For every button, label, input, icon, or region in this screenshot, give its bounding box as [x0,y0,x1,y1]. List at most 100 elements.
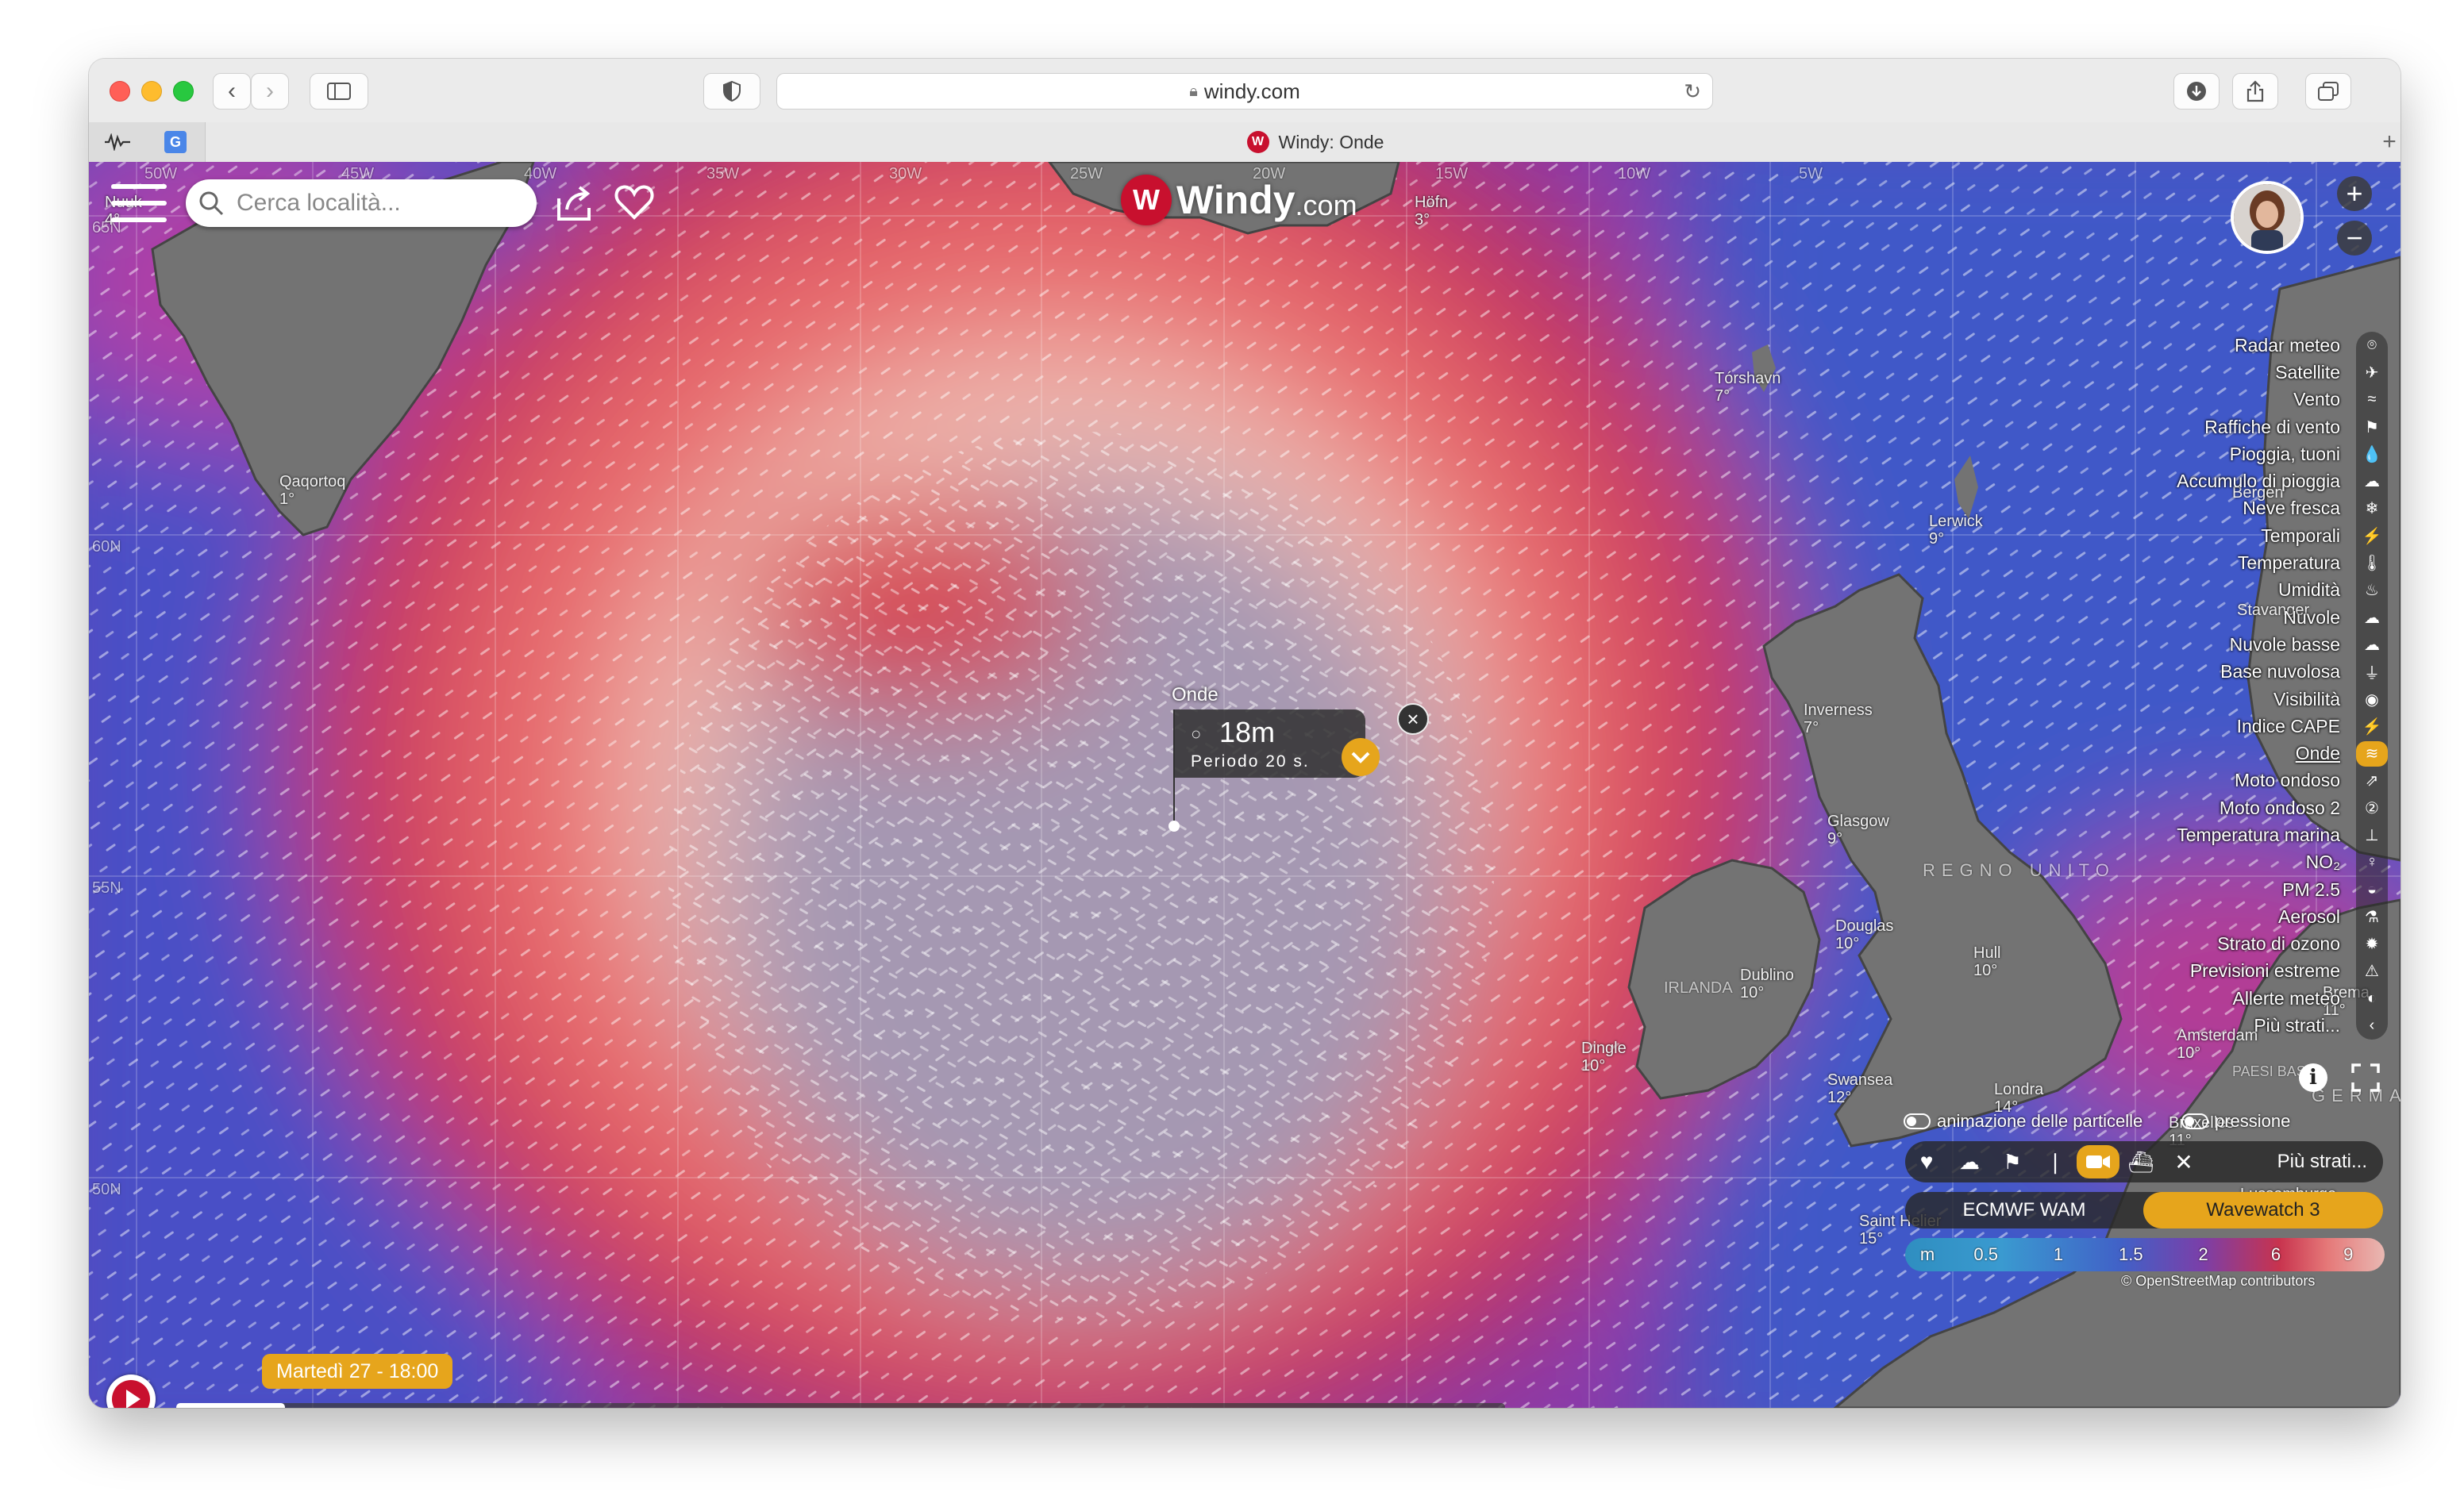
tab-windy[interactable]: W Windy: Onde [205,122,2400,162]
weather-popup[interactable]: ○ 18m Periodo 20 s. [1173,709,1380,778]
particles-toggle[interactable]: animazione delle particelle [1904,1111,2143,1132]
share-button[interactable] [2232,73,2278,110]
popup-expand-button[interactable] [1342,738,1380,776]
timeline-current-label[interactable]: Martedì 27 - 18:00 [262,1354,453,1389]
city-label[interactable]: Dublino 10° [1740,967,1794,1002]
heart-icon[interactable]: ♥ [1905,1149,1948,1175]
timeline-track[interactable] [176,1403,1505,1408]
layer-item[interactable]: Raffiche di vento ⚑ [2023,413,2388,440]
layer-item[interactable]: Previsioni estreme ⚠ [2023,958,2388,985]
layer-item[interactable]: Temporali ⚡ [2023,522,2388,549]
layer-item[interactable]: NO₂ ♀ [2023,849,2388,876]
layer-item[interactable]: Allerte meteo ◐ [2023,985,2388,1012]
more-layers-link[interactable]: Più strati... [2205,1151,2383,1173]
ship-icon[interactable]: ⛴ [2119,1150,2162,1175]
grid-label-lon: 25W [1070,165,1103,183]
model-option-wavewatch[interactable]: Wavewatch 3 [2143,1192,2383,1228]
layer-item[interactable]: Aerosol ⚗ [2023,903,2388,930]
circle-icon: ○ [1191,724,1202,744]
menu-button[interactable] [111,181,167,225]
city-label[interactable]: Qaqortoq 1° [279,473,345,508]
camera-icon [2086,1155,2110,1168]
tab-overview-button[interactable] [2305,73,2351,110]
close-icon[interactable]: ✕ [2162,1149,2205,1175]
layer-item[interactable]: Nuvole ☁ [2023,604,2388,631]
clouds-icon: ☁ [2364,609,2380,627]
layer-item[interactable]: Moto ondoso 2 ② [2023,794,2388,821]
favorites-button[interactable] [613,181,656,224]
flag-icon[interactable]: ⚑ [1991,1150,2034,1175]
city-label[interactable]: Hull 10° [1973,944,2000,979]
model-option-ecmwf[interactable]: ECMWF WAM [1905,1199,2143,1221]
layer-item[interactable]: Satellite ✈ [2023,359,2388,386]
storm-icon[interactable]: ☁ [1948,1150,1991,1175]
layer-item[interactable]: Strato di ozono ✹ [2023,931,2388,958]
layer-item[interactable]: Temperatura marina ⊥ [2023,821,2388,848]
layer-item[interactable]: Accumulo di pioggia ☁ [2023,467,2388,494]
city-label[interactable]: Dingle 10° [1581,1040,1627,1075]
layer-label: Temperatura [2237,552,2340,574]
thermometer-icon[interactable]: ❘ [2034,1150,2077,1175]
particles-label: animazione delle particelle [1937,1111,2143,1131]
layer-item[interactable]: Radar meteo ⌾ [2023,332,2388,359]
popup-close-button[interactable]: × [1397,703,1429,735]
layer-item[interactable]: Nuvole basse ☁ [2023,631,2388,658]
layer-label: Allerte meteo [2232,987,2340,1009]
layer-item[interactable]: Moto ondoso ⇗ [2023,767,2388,794]
layer-item[interactable]: Pioggia, tuoni 💧 [2023,440,2388,467]
city-label[interactable]: Inverness 7° [1804,702,1873,736]
layer-item[interactable]: PM 2.5 ◒ [2023,876,2388,903]
privacy-shield-button[interactable] [703,73,760,110]
layer-item[interactable]: Onde ≋ [2023,740,2388,767]
sidebar-toggle-button[interactable] [310,73,368,110]
layer-item[interactable]: Vento ≈ [2023,386,2388,413]
layer-label: Previsioni estreme [2189,960,2340,982]
layer-item[interactable]: Indice CAPE ⚡ [2023,713,2388,740]
pinned-tab-translate[interactable]: G [146,122,205,162]
city-label[interactable]: Lerwick 9° [1929,513,1983,548]
play-button[interactable] [106,1375,156,1408]
webcam-button[interactable] [2077,1145,2119,1178]
popup-location-dot [1168,821,1180,832]
popup-period: Periodo 20 s. [1191,752,1310,771]
info-button[interactable]: i [2299,1063,2327,1092]
city-label[interactable]: Glasgow 9° [1827,813,1889,848]
layer-item[interactable]: Umidità ♨ [2023,577,2388,604]
share-map-button[interactable] [554,181,597,224]
shield-icon [723,81,741,102]
lock-icon: 🔒︎ [1189,82,1198,100]
search-input[interactable]: Cerca località... [186,179,537,227]
fullscreen-button[interactable] [2350,1062,2381,1094]
pressure-toggle[interactable]: pressione [2181,1111,2290,1132]
wave-map[interactable]: 50W 45W 40W 35W 30W 25W 20W 15W 10W 5W 6… [89,162,2400,1408]
city-label[interactable]: Swansea 12° [1827,1071,1892,1106]
back-button[interactable]: ‹ [213,73,251,110]
grid-label-lon: 5W [1799,165,1823,183]
layer-item[interactable]: Base nuvolosa ⏚ [2023,659,2388,686]
minimize-window-button[interactable] [141,81,162,102]
layer-item[interactable]: Temperatura 🌡 [2023,549,2388,576]
maximize-window-button[interactable] [173,81,194,102]
aerosol-icon: ⚗ [2365,908,2379,926]
layer-label: Indice CAPE [2236,715,2340,736]
layer-item[interactable]: Neve fresca ❄ [2023,495,2388,522]
wave-height-legend: m 0.5 1 1.5 2 6 9 [1905,1238,2385,1271]
pinned-tab-waveform[interactable] [89,122,146,162]
zoom-out-button[interactable]: − [2337,221,2372,256]
avatar[interactable] [2231,181,2304,254]
downloads-button[interactable] [2173,73,2220,110]
address-bar[interactable]: 🔒︎ windy.com ↻ [776,73,1713,110]
city-label[interactable]: Douglas 10° [1835,917,1893,952]
country-label: IRLANDA [1664,979,1733,997]
reload-icon[interactable]: ↻ [1684,79,1701,104]
forward-button[interactable]: › [251,73,289,110]
layer-item[interactable]: Visibilità ◉ [2023,686,2388,713]
zoom-in-button[interactable]: + [2337,176,2372,211]
layer-item[interactable]: Più strati... ‹ [2023,1012,2388,1039]
city-label[interactable]: Tórshavn 7° [1715,370,1781,405]
new-tab-button[interactable]: + [2378,122,2400,162]
windy-logo[interactable]: W Windy .com [1121,175,1357,225]
humidity-icon: ♨ [2365,582,2379,600]
close-window-button[interactable] [110,81,130,102]
city-label[interactable]: Höfn 3° [1415,194,1448,229]
